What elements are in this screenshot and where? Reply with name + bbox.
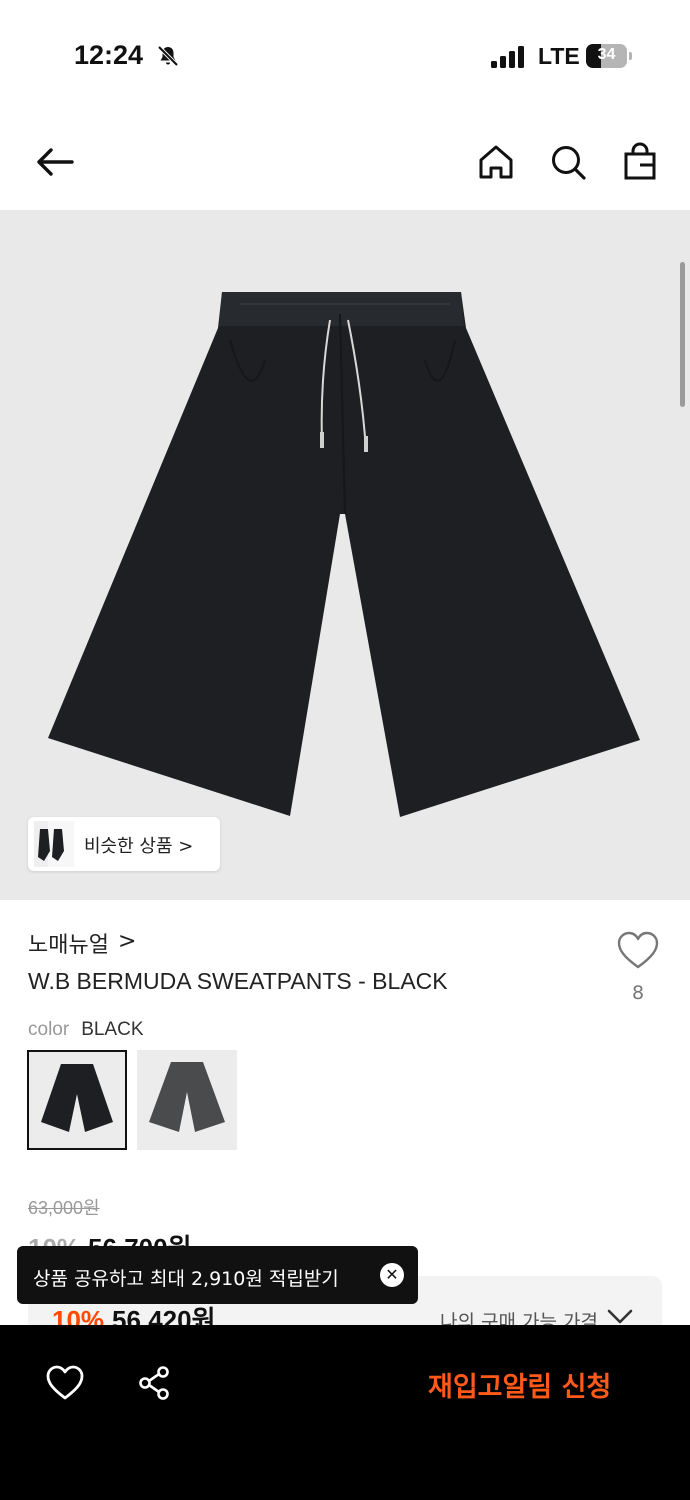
similar-products-button[interactable]: 비슷한 상품 > <box>28 817 220 871</box>
color-swatch-gray[interactable] <box>137 1050 237 1150</box>
bell-muted-icon <box>157 45 179 67</box>
signal-icon <box>491 46 524 68</box>
image-scrollbar[interactable] <box>680 262 685 407</box>
home-icon[interactable] <box>476 142 516 182</box>
toast-message: 상품 공유하고 최대 2,910원 적립받기 <box>33 1268 339 1290</box>
status-time: 12:24 <box>74 40 144 70</box>
like-count: 8 <box>631 982 645 1004</box>
battery-icon: 34 <box>586 44 632 68</box>
network-label: LTE <box>538 43 580 69</box>
shopping-bag-icon[interactable] <box>620 142 660 182</box>
color-value: BLACK <box>81 1019 144 1040</box>
color-key: color <box>28 1019 70 1040</box>
share-icon[interactable] <box>136 1365 172 1401</box>
wishlist-heart-icon[interactable] <box>46 1365 84 1401</box>
similar-products-label: 비슷한 상품 > <box>84 836 194 857</box>
status-bar: 12:24 LTE 34 <box>0 0 690 110</box>
product-image[interactable] <box>0 210 690 900</box>
close-icon[interactable]: ✕ <box>380 1263 404 1287</box>
brand-link[interactable]: 노매뉴얼 <box>28 927 109 959</box>
arrow-left-icon[interactable] <box>34 142 74 182</box>
swatch-black-image <box>41 1064 113 1132</box>
shorts-image <box>48 292 640 817</box>
search-icon[interactable] <box>548 142 588 182</box>
share-reward-toast: 상품 공유하고 최대 2,910원 적립받기 ✕ <box>17 1246 418 1304</box>
bottom-action-bar: 재입고알림 신청 <box>0 1325 690 1500</box>
top-nav <box>0 110 690 210</box>
brand-arrow-icon[interactable]: > <box>118 929 136 954</box>
battery-level: 34 <box>597 46 616 63</box>
swatch-gray-image <box>149 1062 225 1132</box>
color-swatch-black[interactable] <box>27 1050 127 1150</box>
restock-alert-button[interactable]: 재입고알림 신청 <box>428 1365 611 1404</box>
product-title: W.B BERMUDA SWEATPANTS - BLACK <box>28 968 448 994</box>
original-price: 63,000원 <box>28 1198 100 1218</box>
color-selector-label: color BLACK <box>28 1018 144 1041</box>
heart-icon[interactable] <box>616 930 660 970</box>
